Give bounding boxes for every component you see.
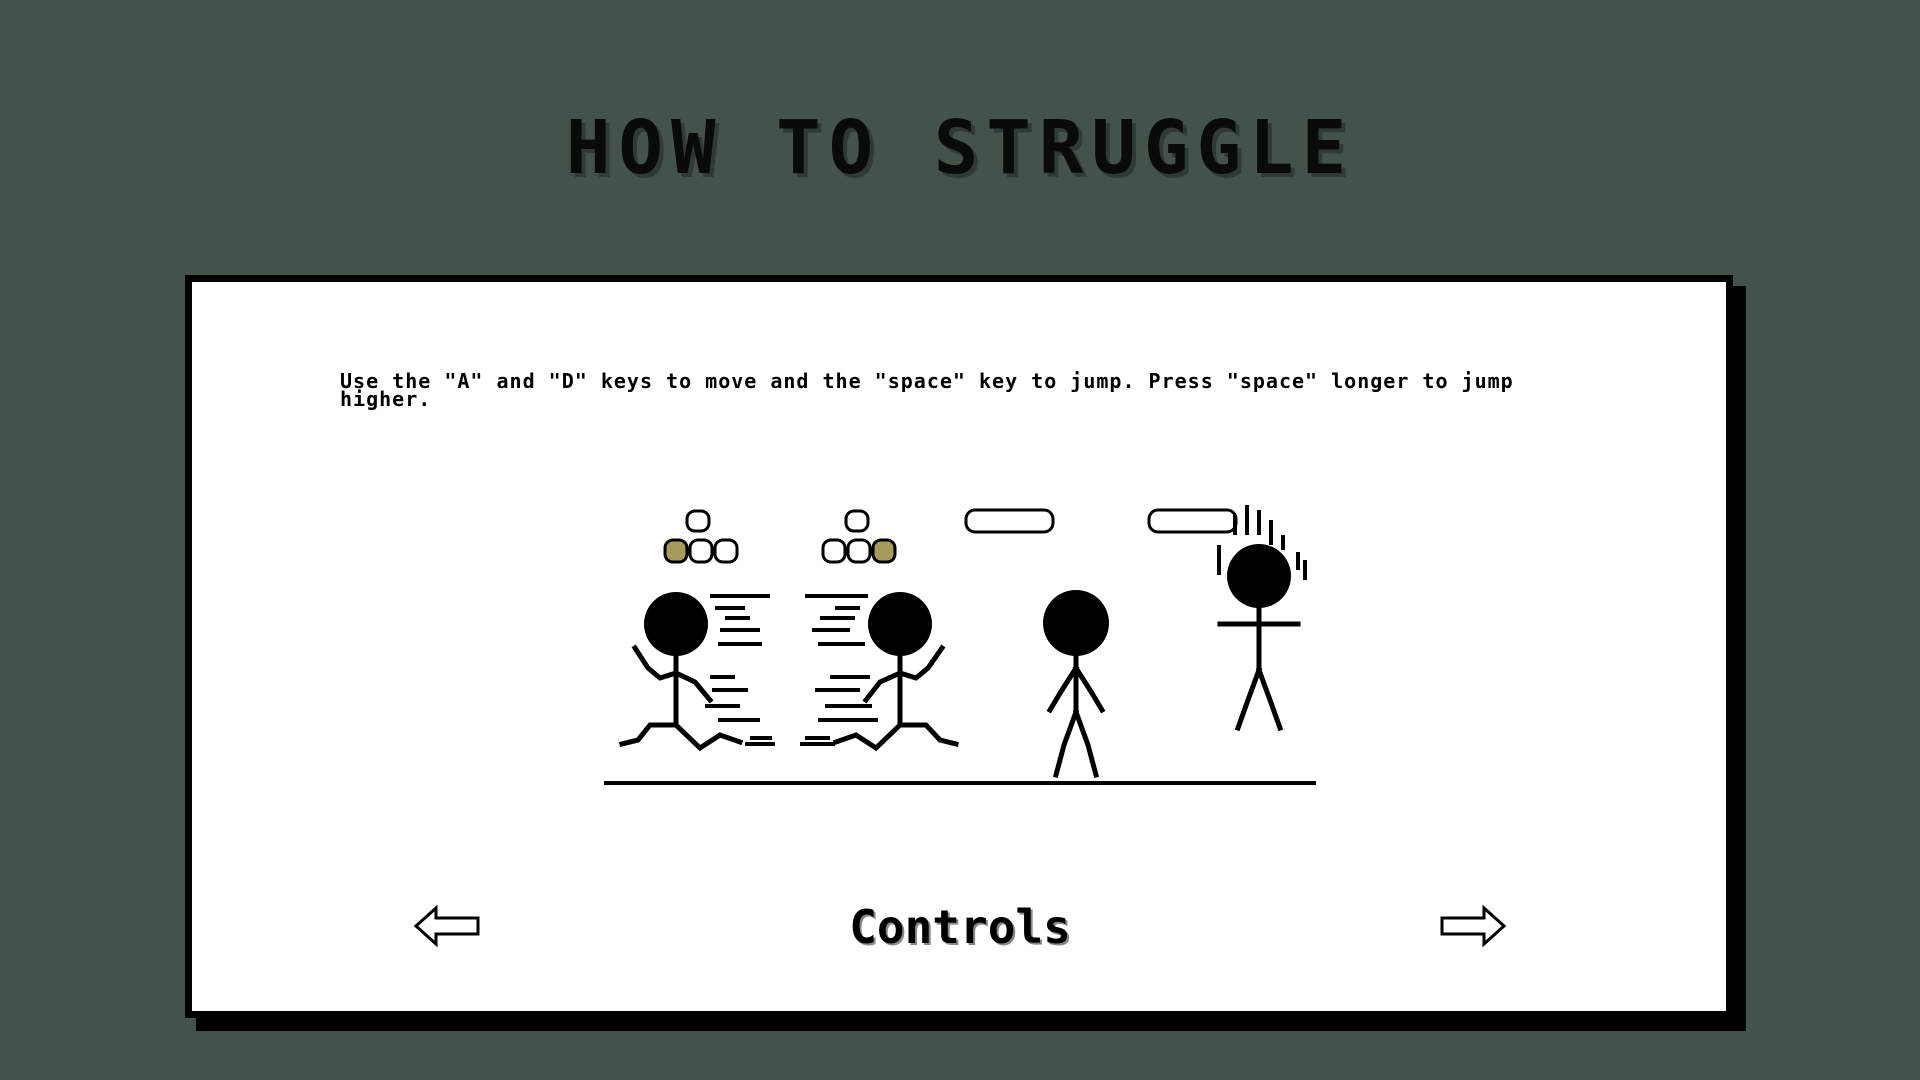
jumping-stickman-icon	[1217, 544, 1301, 732]
running-stickman-left-icon	[618, 592, 744, 752]
keys-d-highlight-icon	[821, 509, 897, 564]
standing-stickman-icon	[1043, 590, 1109, 779]
ground-line	[604, 781, 1316, 785]
speed-lines-icon	[705, 594, 775, 746]
how-to-play-screen: HOW TO STRUGGLE Use the "A" and "D" keys…	[0, 0, 1920, 1080]
right-arrow-icon[interactable]	[1438, 904, 1508, 948]
space-key-icon	[964, 508, 1055, 534]
page-caption: Controls	[849, 900, 1071, 954]
speed-lines-icon	[800, 594, 878, 746]
running-stickman-right-icon	[832, 592, 960, 752]
space-key-pressed-icon	[1147, 508, 1238, 534]
keys-a-highlight-icon	[663, 509, 739, 564]
